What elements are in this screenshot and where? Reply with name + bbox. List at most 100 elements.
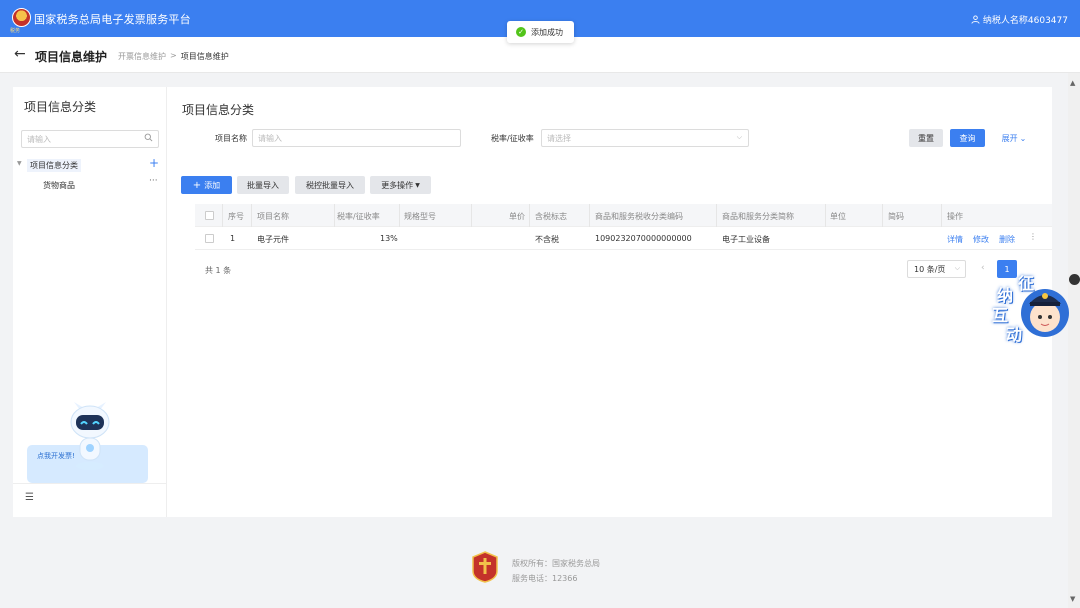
page-size-select[interactable]: 10 条/页 ⌵: [907, 260, 966, 278]
col-index: 序号: [228, 212, 244, 221]
footer-info: 版权所有：国家税务总局 服务电话：12366: [512, 556, 600, 586]
col-price: 单价: [509, 212, 525, 221]
breadcrumb-item-parent[interactable]: 开票信息维护: [118, 51, 166, 62]
col-name: 项目名称: [257, 212, 289, 221]
mascot-char-1: 征: [1018, 274, 1035, 293]
sidebar-search-input[interactable]: 请输入: [21, 130, 159, 148]
item-name-input[interactable]: 请输入: [252, 129, 461, 147]
chevron-down-icon: ⌵: [954, 264, 960, 272]
expand-button[interactable]: 展开 ⌄: [996, 129, 1032, 147]
footer-phone: 服务电话：12366: [512, 574, 578, 583]
search-icon[interactable]: [144, 133, 153, 142]
breadcrumb-separator: >: [170, 51, 177, 60]
select-all-checkbox[interactable]: [205, 211, 214, 220]
col-tax-flag: 含税标志: [535, 212, 567, 221]
column-divider: [882, 204, 883, 227]
cell-tax-code: 1090232070000000000: [595, 234, 692, 243]
sidebar-divider: [13, 483, 167, 484]
footer-copyright: 版权所有：国家税务总局: [512, 559, 600, 568]
reset-button[interactable]: 重置: [909, 129, 943, 147]
tree-node-root[interactable]: ▼ 项目信息分类 +: [17, 156, 163, 173]
breadcrumb: 开票信息维护 > 项目信息维护: [118, 51, 229, 62]
query-button[interactable]: 查询: [950, 129, 985, 147]
user-menu[interactable]: 纳税人名称4603477: [971, 13, 1068, 26]
item-name-placeholder: 请输入: [258, 134, 282, 143]
col-tax-code: 商品和服务税收分类编码: [595, 212, 683, 221]
row-more-icon[interactable]: ⋮: [1029, 232, 1037, 241]
col-operations: 操作: [947, 212, 963, 221]
row-checkbox[interactable]: [205, 234, 214, 243]
tree-node-goods[interactable]: 货物商品: [43, 180, 75, 191]
column-divider: [825, 204, 826, 227]
more-actions-button[interactable]: 更多操作 ▼: [370, 176, 431, 194]
tax-emblem-icon: [12, 8, 31, 27]
interaction-mascot[interactable]: 征 纳 互 动: [990, 272, 1070, 346]
cell-rate: 13%: [380, 234, 398, 243]
tax-control-batch-import-button[interactable]: 税控批量导入: [295, 176, 365, 194]
tree-node-root-label[interactable]: 项目信息分类: [27, 159, 81, 172]
logo-caption: 税务: [10, 28, 21, 34]
platform-title: 国家税务总局电子发票服务平台: [34, 13, 191, 26]
page-title: 项目信息维护: [35, 50, 108, 64]
more-actions-label: 更多操作: [381, 180, 414, 190]
tax-rate-placeholder: 请选择: [547, 134, 571, 143]
col-unit: 单位: [830, 212, 846, 221]
edit-link[interactable]: 修改: [973, 234, 989, 245]
add-category-icon[interactable]: +: [149, 156, 159, 170]
detail-link[interactable]: 详情: [947, 234, 963, 245]
delete-link[interactable]: 删除: [999, 234, 1015, 245]
add-button[interactable]: + 添加: [181, 176, 232, 194]
add-label: 添加: [204, 180, 221, 190]
col-short-code: 简码: [888, 212, 904, 221]
column-divider: [399, 204, 400, 227]
check-circle-icon: ✓: [516, 27, 526, 37]
success-toast: ✓ 添加成功: [507, 21, 574, 43]
scroll-up-icon[interactable]: ▲: [1070, 79, 1075, 87]
item-name-label: 项目名称: [215, 134, 247, 143]
col-rate: 税率/征收率: [337, 212, 380, 221]
cell-category: 电子工业设备: [722, 235, 770, 244]
table-row: 1 电子元件 13% 不含税 1090232070000000000 电子工业设…: [195, 227, 1052, 250]
table-header: 序号 项目名称 税率/征收率 规格型号 单价 含税标志 商品和服务税收分类编码 …: [195, 204, 1052, 227]
col-spec: 规格型号: [404, 212, 436, 221]
more-dots-icon[interactable]: ···: [149, 176, 158, 186]
plus-icon: +: [192, 179, 202, 191]
prev-page-icon[interactable]: ‹: [981, 263, 985, 273]
back-arrow-icon[interactable]: ←: [14, 46, 26, 62]
menu-icon[interactable]: ☰: [25, 492, 34, 503]
breadcrumb-item-current: 项目信息维护: [180, 52, 229, 61]
column-divider: [222, 204, 223, 227]
tax-bureau-emblem-icon: [472, 551, 498, 583]
robot-assistant-icon[interactable]: [66, 400, 114, 478]
column-divider: [941, 204, 942, 227]
batch-import-button[interactable]: 批量导入: [237, 176, 289, 194]
sidebar-title: 项目信息分类: [24, 100, 97, 114]
col-category: 商品和服务分类简称: [722, 212, 794, 221]
scroll-thumb[interactable]: [1069, 274, 1080, 285]
expand-label: 展开: [1001, 133, 1018, 143]
chevron-down-icon: ⌵: [736, 133, 742, 141]
page-size-value: 10 条/页: [914, 265, 946, 274]
user-name: 纳税人名称4603477: [982, 16, 1068, 26]
column-divider: [471, 204, 472, 227]
column-divider: [529, 204, 530, 227]
tax-rate-label: 税率/征收率: [491, 134, 534, 143]
search-placeholder: 请输入: [27, 135, 51, 144]
column-divider: [716, 204, 717, 227]
mascot-char-4: 动: [1006, 325, 1023, 344]
chevron-down-icon: ⌄: [1019, 133, 1027, 143]
cell-name: 电子元件: [257, 235, 289, 244]
column-divider: [334, 204, 335, 227]
cell-tax-flag: 不含税: [535, 235, 559, 244]
scroll-down-icon[interactable]: ▼: [1070, 595, 1075, 603]
toast-message: 添加成功: [531, 27, 563, 37]
content-area: 项目信息分类 项目名称 请输入 税率/征收率 请选择 ⌵ 重置 查询 展开 ⌄ +…: [181, 87, 1052, 517]
cell-index: 1: [230, 234, 236, 243]
caret-down-icon: ▼: [415, 181, 420, 189]
caret-down-icon[interactable]: ▼: [17, 160, 22, 167]
column-divider: [251, 204, 252, 227]
user-icon: [971, 15, 980, 24]
main-card: 项目信息分类 请输入 ▼ 项目信息分类 + 货物商品 ··· 点我开发票! ☰ …: [13, 87, 1052, 517]
tax-rate-select[interactable]: 请选择 ⌵: [541, 129, 749, 147]
content-title: 项目信息分类: [182, 103, 255, 117]
